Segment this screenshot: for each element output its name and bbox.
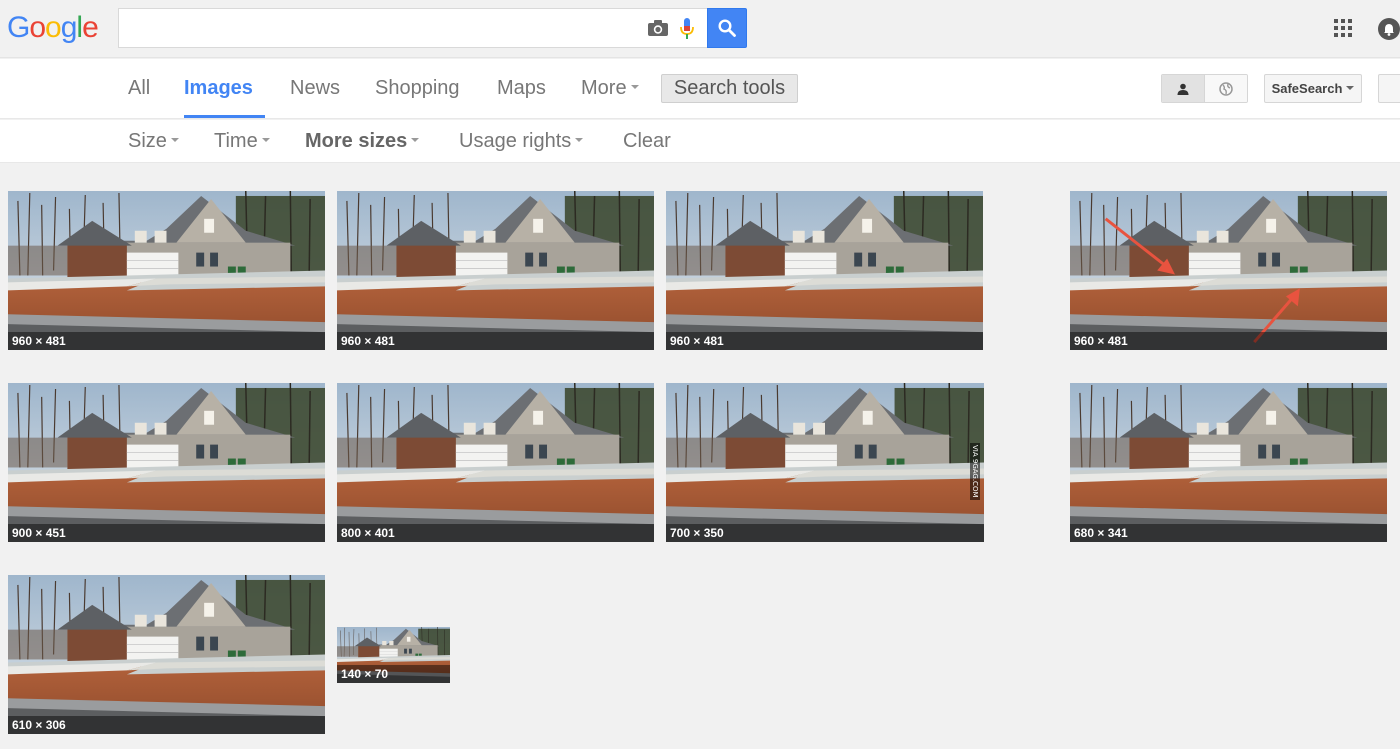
house-photo [8,575,325,734]
tab-label: More [581,77,627,99]
tab-news[interactable]: News [290,59,340,118]
tab-images[interactable]: Images [184,59,265,118]
tab-label: Maps [497,77,546,99]
search-tools-button[interactable]: Search tools [661,74,798,103]
image-result[interactable]: 680 × 341 [1070,383,1387,542]
house-photo [666,191,983,350]
tab-label: Images [184,77,253,99]
logo-letter: o [45,11,62,44]
size-label: Size [128,130,167,152]
search-icon [718,19,736,37]
settings-button[interactable] [1378,74,1400,103]
search-tools-bar: Size Time More sizes Usage rights Clear [0,120,1400,163]
image-dimensions: 960 × 481 [8,332,325,350]
logo-letter: G [7,11,30,44]
search-button[interactable] [707,8,747,48]
image-result[interactable]: 960 × 481 [1070,191,1387,350]
usage-rights-label: Usage rights [459,130,572,152]
personal-results-button[interactable] [1162,75,1205,102]
clear-filters-link[interactable]: Clear [623,120,671,162]
house-photo [1070,383,1387,542]
house-photo [666,383,984,542]
image-result[interactable]: 960 × 481 [8,191,325,350]
image-result[interactable]: 960 × 481 [666,191,983,350]
google-logo[interactable]: Google [7,10,99,46]
caret-down-icon [630,85,639,90]
search-input[interactable] [127,15,637,41]
caret-down-icon [261,138,270,143]
image-dimensions: 700 × 350 [666,524,984,542]
caret-down-icon [170,138,179,143]
image-dimensions: 680 × 341 [1070,524,1387,542]
house-photo [8,191,325,350]
tab-shopping[interactable]: Shopping [375,59,460,118]
results-toggle [1161,74,1248,103]
image-result[interactable]: 800 × 401 [337,383,654,542]
tab-label: News [290,77,341,99]
mic-icon[interactable] [679,17,695,41]
globe-icon [1219,81,1233,96]
tab-label: All [128,77,151,99]
house-photo [337,191,654,350]
house-photo [1070,191,1387,350]
clear-label: Clear [623,130,671,152]
tab-all[interactable]: All [128,59,150,118]
image-dimensions: 960 × 481 [1070,332,1387,350]
more-sizes-label: More sizes [305,130,408,152]
caret-down-icon [1346,86,1355,91]
search-box [118,8,708,48]
image-result[interactable]: 960 × 481 [337,191,654,350]
time-label: Time [214,130,258,152]
logo-letter: e [82,11,99,44]
house-photo [8,383,325,542]
image-result[interactable]: VIA 9GAG.COM 700 × 350 [666,383,984,542]
image-dimensions: 800 × 401 [337,524,654,542]
size-filter[interactable]: Size [128,120,179,162]
safesearch-button[interactable]: SafeSearch [1264,74,1362,103]
safesearch-label: SafeSearch [1271,81,1343,96]
image-dimensions: 140 × 70 [337,665,450,683]
caret-down-icon [411,138,420,143]
tab-more[interactable]: More [581,59,639,118]
image-dimensions: 960 × 481 [666,332,983,350]
time-filter[interactable]: Time [214,120,270,162]
image-result[interactable]: 140 × 70 [337,627,450,683]
person-icon [1177,83,1189,95]
image-dimensions: 960 × 481 [337,332,654,350]
watermark-label: VIA 9GAG.COM [970,443,980,500]
more-sizes-filter[interactable]: More sizes [305,120,420,162]
notifications-icon[interactable] [1378,18,1400,40]
nav-bar: All Images News Shopping Maps More Searc… [0,59,1400,119]
caret-down-icon [575,138,584,143]
image-result[interactable]: 900 × 451 [8,383,325,542]
logo-letter: o [29,11,46,44]
apps-grid-icon[interactable] [1334,19,1352,37]
usage-rights-filter[interactable]: Usage rights [459,120,584,162]
image-dimensions: 610 × 306 [8,716,325,734]
house-photo [337,383,654,542]
tab-maps[interactable]: Maps [497,59,546,118]
top-bar: Google [0,0,1400,58]
logo-letter: g [60,11,78,44]
camera-icon[interactable] [647,19,669,37]
image-dimensions: 900 × 451 [8,524,325,542]
global-results-button[interactable] [1205,75,1247,102]
tab-label: Shopping [375,77,460,99]
image-result[interactable]: 610 × 306 [8,575,325,734]
